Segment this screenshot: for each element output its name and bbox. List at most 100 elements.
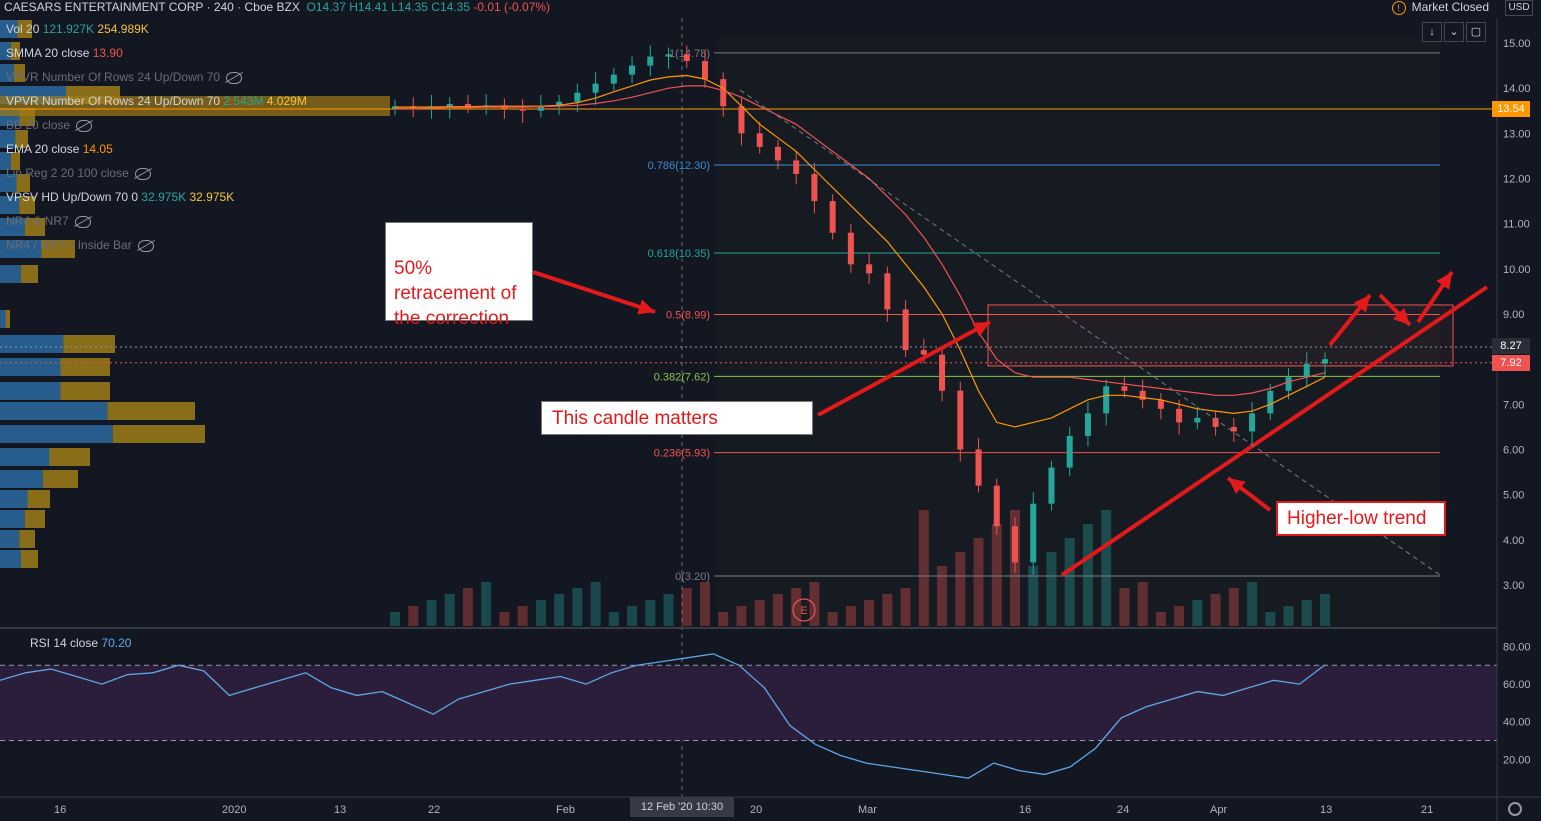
volume-bar [627, 606, 638, 626]
chart-stage[interactable]: 1(14.78) 0.786(12.30) 0.618(10.35) 0.5(8.99… [0, 0, 1541, 821]
volume-bar [1174, 606, 1185, 626]
candle-body [610, 74, 617, 84]
fib-label-0.786: 0.786(12.30) [648, 160, 710, 172]
hidden-eye-icon[interactable] [134, 167, 151, 180]
candle-body [847, 232, 854, 265]
volume-bar [937, 566, 948, 626]
volume-bar [882, 594, 893, 626]
dropdown-icon[interactable]: ⌄ [1444, 22, 1464, 42]
indicator-row[interactable]: Vol 20 121.927K 254.989K [6, 22, 149, 38]
hidden-eye-icon[interactable] [76, 119, 93, 132]
candle-body [793, 160, 800, 174]
volume-bar [572, 588, 583, 626]
download-icon[interactable]: ↓ [1422, 22, 1442, 42]
indicator-row[interactable]: NR4 / NR7 + Inside Bar [6, 238, 154, 254]
volume-bar [1119, 588, 1130, 626]
volume-bar [1320, 594, 1330, 626]
indicator-value: 121.927K [39, 22, 95, 36]
volume-bar [1265, 612, 1276, 626]
vp-row-down [42, 470, 78, 488]
rsi-tick: 60.00 [1503, 679, 1531, 691]
volume-bar [1028, 566, 1039, 626]
volume-bar [1247, 582, 1258, 626]
volume-bar [408, 606, 419, 626]
indicator-row[interactable]: BB 20 close [6, 118, 93, 134]
indicator-value: 4.029M [263, 94, 307, 108]
indicator-value: 32.975K [138, 190, 187, 204]
candle-body [975, 449, 982, 486]
candle-body [647, 56, 654, 66]
volume-bar [1064, 538, 1075, 626]
hidden-eye-icon[interactable] [226, 71, 243, 84]
candle-body [957, 390, 964, 450]
volume-bar [608, 612, 619, 626]
volume-bar [845, 606, 856, 626]
price-tag-level: 13.54 [1492, 101, 1530, 117]
volume-bar [481, 582, 492, 626]
settings-gear-icon[interactable] [1508, 802, 1522, 816]
vp-row-down [24, 510, 45, 528]
volume-bar [517, 606, 528, 626]
volume-bar [499, 612, 510, 626]
indicator-name: VPSV HD Up/Down 70 [6, 190, 129, 204]
annotation-trend-text: Higher-low trend [1287, 508, 1427, 529]
annotation-trend[interactable]: Higher-low trend [1276, 501, 1446, 536]
candle-body [1176, 408, 1183, 423]
candle-body [939, 354, 946, 391]
time-tick-label: Mar [858, 804, 877, 816]
vp-row-up [0, 550, 21, 568]
fib-label-0.5: 0.5(8.99) [666, 309, 710, 321]
candle-body [1012, 526, 1018, 563]
candle-body [884, 273, 891, 310]
volume-bar [1137, 582, 1148, 626]
vp-row-down [63, 335, 115, 353]
indicator-name: VPVR Number Of Rows 24 Up/Down 70 [6, 94, 221, 108]
indicator-row[interactable]: Lin Reg 2 20 100 close [6, 166, 151, 182]
currency-badge[interactable]: USD [1505, 0, 1533, 16]
indicator-name: BB 20 close [6, 118, 71, 132]
indicator-row[interactable]: NR4 & NR7 [6, 214, 91, 230]
rsi-pane: 80.00 60.00 40.00 20.00 [0, 627, 1531, 779]
volume-bar [772, 594, 783, 626]
candle-body [920, 350, 927, 355]
indicator-row[interactable]: SMMA 20 close 13.90 [6, 46, 123, 62]
volume-bar [681, 588, 692, 626]
vp-row-up [0, 448, 50, 466]
volume-bar [1301, 600, 1312, 626]
candle-body [756, 133, 763, 147]
price-tick: 7.00 [1503, 399, 1524, 411]
vp-row-down [20, 550, 38, 568]
vp-row-up [0, 265, 21, 283]
price-tag-last: 8.27 [1492, 338, 1530, 354]
indicator-name: Lin Reg 2 20 100 close [6, 166, 129, 180]
annotation-retracement[interactable]: 50% retracement of the correction [385, 222, 533, 329]
rsi-band [0, 665, 1497, 741]
price-tick: 10.00 [1503, 264, 1531, 276]
indicator-row[interactable]: VPVR Number Of Rows 24 Up/Down 70 [6, 70, 243, 86]
price-tick: 15.00 [1503, 38, 1531, 50]
symbol-title[interactable]: CAESARS ENTERTAINMENT CORP · 240 · Cboe … [4, 0, 300, 14]
candle-body [866, 264, 873, 274]
volume-bar [1082, 524, 1093, 626]
price-tick: 6.00 [1503, 445, 1524, 457]
volume-bar [645, 600, 656, 626]
volume-bar [535, 600, 546, 626]
hidden-eye-icon[interactable] [137, 239, 154, 252]
volume-bar [955, 552, 966, 626]
annotation-candle[interactable]: This candle matters [541, 401, 813, 435]
indicator-value: 2.543M [220, 94, 264, 108]
price-tick: 11.00 [1503, 219, 1530, 231]
indicator-row[interactable]: EMA 20 close 14.05 [6, 142, 113, 158]
hidden-eye-icon[interactable] [74, 215, 91, 228]
vp-row-up [0, 530, 20, 548]
indicator-row[interactable]: VPSV HD Up/Down 70 0 32.975K 32.975K [6, 190, 234, 206]
indicator-name: NR4 & NR7 [6, 214, 69, 228]
time-tick-label: 21 [1421, 804, 1434, 816]
indicator-name: Vol 20 [6, 22, 40, 36]
candle-body [519, 108, 526, 111]
change-value: -0.01 (-0.07%) [473, 0, 551, 14]
indicator-row[interactable]: VPVR Number Of Rows 24 Up/Down 70 2.543M… [6, 94, 307, 110]
maximize-icon[interactable]: ▢ [1466, 22, 1486, 42]
vp-row-up [0, 490, 28, 508]
indicator-name: VPVR Number Of Rows 24 Up/Down 70 [6, 70, 221, 84]
